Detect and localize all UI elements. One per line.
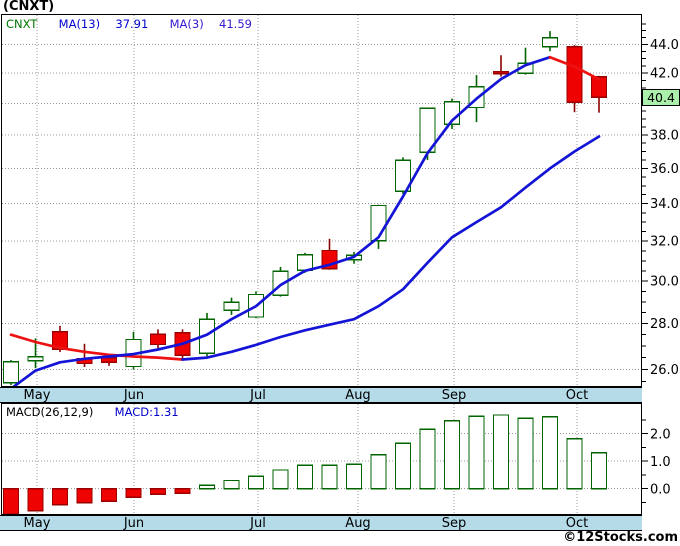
- macd-panel: [1, 403, 642, 515]
- month-label: Aug: [345, 388, 371, 403]
- macd-bar-negative: [51, 487, 69, 506]
- ma-slow-line: [181, 135, 601, 361]
- candle-down: [149, 333, 167, 346]
- month-label: Jul: [250, 388, 266, 403]
- month-label: Jul: [250, 516, 266, 531]
- price-axis-label: 38.0: [650, 129, 679, 144]
- macd-bar-negative: [100, 487, 118, 502]
- macd-chart-svg: [2, 404, 641, 514]
- macd-bar-positive: [419, 428, 436, 490]
- candle-down: [492, 71, 510, 75]
- watermark-copyright: ©12Stocks.com: [563, 530, 678, 545]
- price-y-axis-svg: 26.0 28.0 30.0 32.0 34.0 36.0 38.0 42.0 44.0: [642, 23, 679, 382]
- macd-bar-positive: [345, 463, 363, 490]
- macd-bar-positive: [394, 442, 412, 490]
- price-axis-label: 30.0: [650, 275, 679, 290]
- macd-bar-positive: [247, 475, 265, 490]
- page-title: (CNXT): [3, 0, 55, 14]
- macd-bar-positive: [272, 469, 289, 490]
- macd-y-axis-svg: 0.0 1.0 2.0: [642, 419, 671, 503]
- macd-bar-negative: [174, 487, 191, 495]
- macd-axis-label: 2.0: [650, 428, 671, 443]
- macd-axis-label: 0.0: [650, 483, 671, 498]
- candle-up: [541, 37, 559, 48]
- macd-bar-negative: [149, 487, 167, 495]
- price-axis-label: 34.0: [650, 197, 679, 212]
- price-axis-label: 26.0: [650, 363, 679, 378]
- macd-bar-positive: [517, 417, 534, 490]
- macd-header: MACD(26,12,9) MACD:1.31: [6, 405, 179, 419]
- candle-up: [2, 360, 20, 384]
- price-axis-label: 32.0: [650, 235, 679, 250]
- month-label: Oct: [565, 388, 589, 403]
- price-chart-panel: [1, 14, 642, 387]
- price-axis-label: 44.0: [650, 38, 679, 53]
- legend-ma3-label: MA(3): [169, 17, 204, 31]
- price-y-axis: 26.0 28.0 30.0 32.0 34.0 36.0 38.0 42.0 44.0: [642, 14, 680, 387]
- price-chart-svg: [2, 15, 641, 386]
- macd-bar-positive: [321, 464, 338, 490]
- current-price-tag: 40.4: [642, 89, 680, 106]
- macd-bar-positive: [223, 479, 240, 490]
- month-label: May: [23, 388, 51, 403]
- price-x-axis-months: May Jun Jul Aug Sep Oct: [0, 387, 642, 403]
- macd-bar-positive: [198, 484, 216, 490]
- price-axis-label: 28.0: [650, 317, 679, 332]
- macd-bar-positive: [296, 464, 314, 490]
- macd-value-label: MACD:1.31: [114, 405, 179, 419]
- month-label: Sep: [441, 388, 467, 403]
- macd-bar-positive: [492, 414, 510, 490]
- macd-bar-positive: [370, 454, 387, 490]
- month-label: Jun: [123, 388, 145, 403]
- candle-up: [27, 355, 44, 362]
- macd-bar-negative: [125, 487, 142, 498]
- macd-bar-negative: [27, 487, 44, 512]
- candle-up: [223, 301, 240, 312]
- macd-y-axis: 0.0 1.0 2.0: [642, 403, 680, 515]
- stock-chart-page: (CNXT) CNXT MA(13) 37.91 MA(3) 41.59 26.…: [0, 0, 680, 546]
- macd-bar-positive: [566, 438, 583, 490]
- macd-axis-label: 1.0: [650, 455, 671, 470]
- macd-bar-negative: [76, 487, 93, 504]
- macd-bar-positive: [541, 415, 559, 490]
- legend-ma13-label: MA(13): [58, 17, 101, 31]
- macd-bar-positive: [468, 415, 485, 490]
- candle-down: [566, 45, 583, 103]
- month-label: May: [23, 516, 51, 531]
- month-label: Oct: [565, 516, 589, 531]
- month-label: Sep: [441, 516, 467, 531]
- price-axis-label: 42.0: [650, 67, 679, 82]
- price-chart-legend: CNXT MA(13) 37.91 MA(3) 41.59: [6, 17, 252, 31]
- macd-bar-positive: [590, 451, 608, 490]
- macd-bar-negative: [2, 487, 20, 514]
- price-axis-label: 36.0: [650, 162, 679, 177]
- legend-symbol: CNXT: [6, 17, 38, 31]
- legend-ma3-value: 41.59: [219, 17, 252, 31]
- macd-bar-positive: [443, 420, 461, 490]
- macd-params-label: MACD(26,12,9): [6, 405, 94, 419]
- legend-ma13-value: 37.91: [115, 17, 149, 31]
- month-label: Jun: [123, 516, 145, 531]
- candle-up: [296, 253, 314, 271]
- month-label: Aug: [345, 516, 371, 531]
- macd-x-axis-months: May Jun Jul Aug Sep Oct: [0, 515, 642, 531]
